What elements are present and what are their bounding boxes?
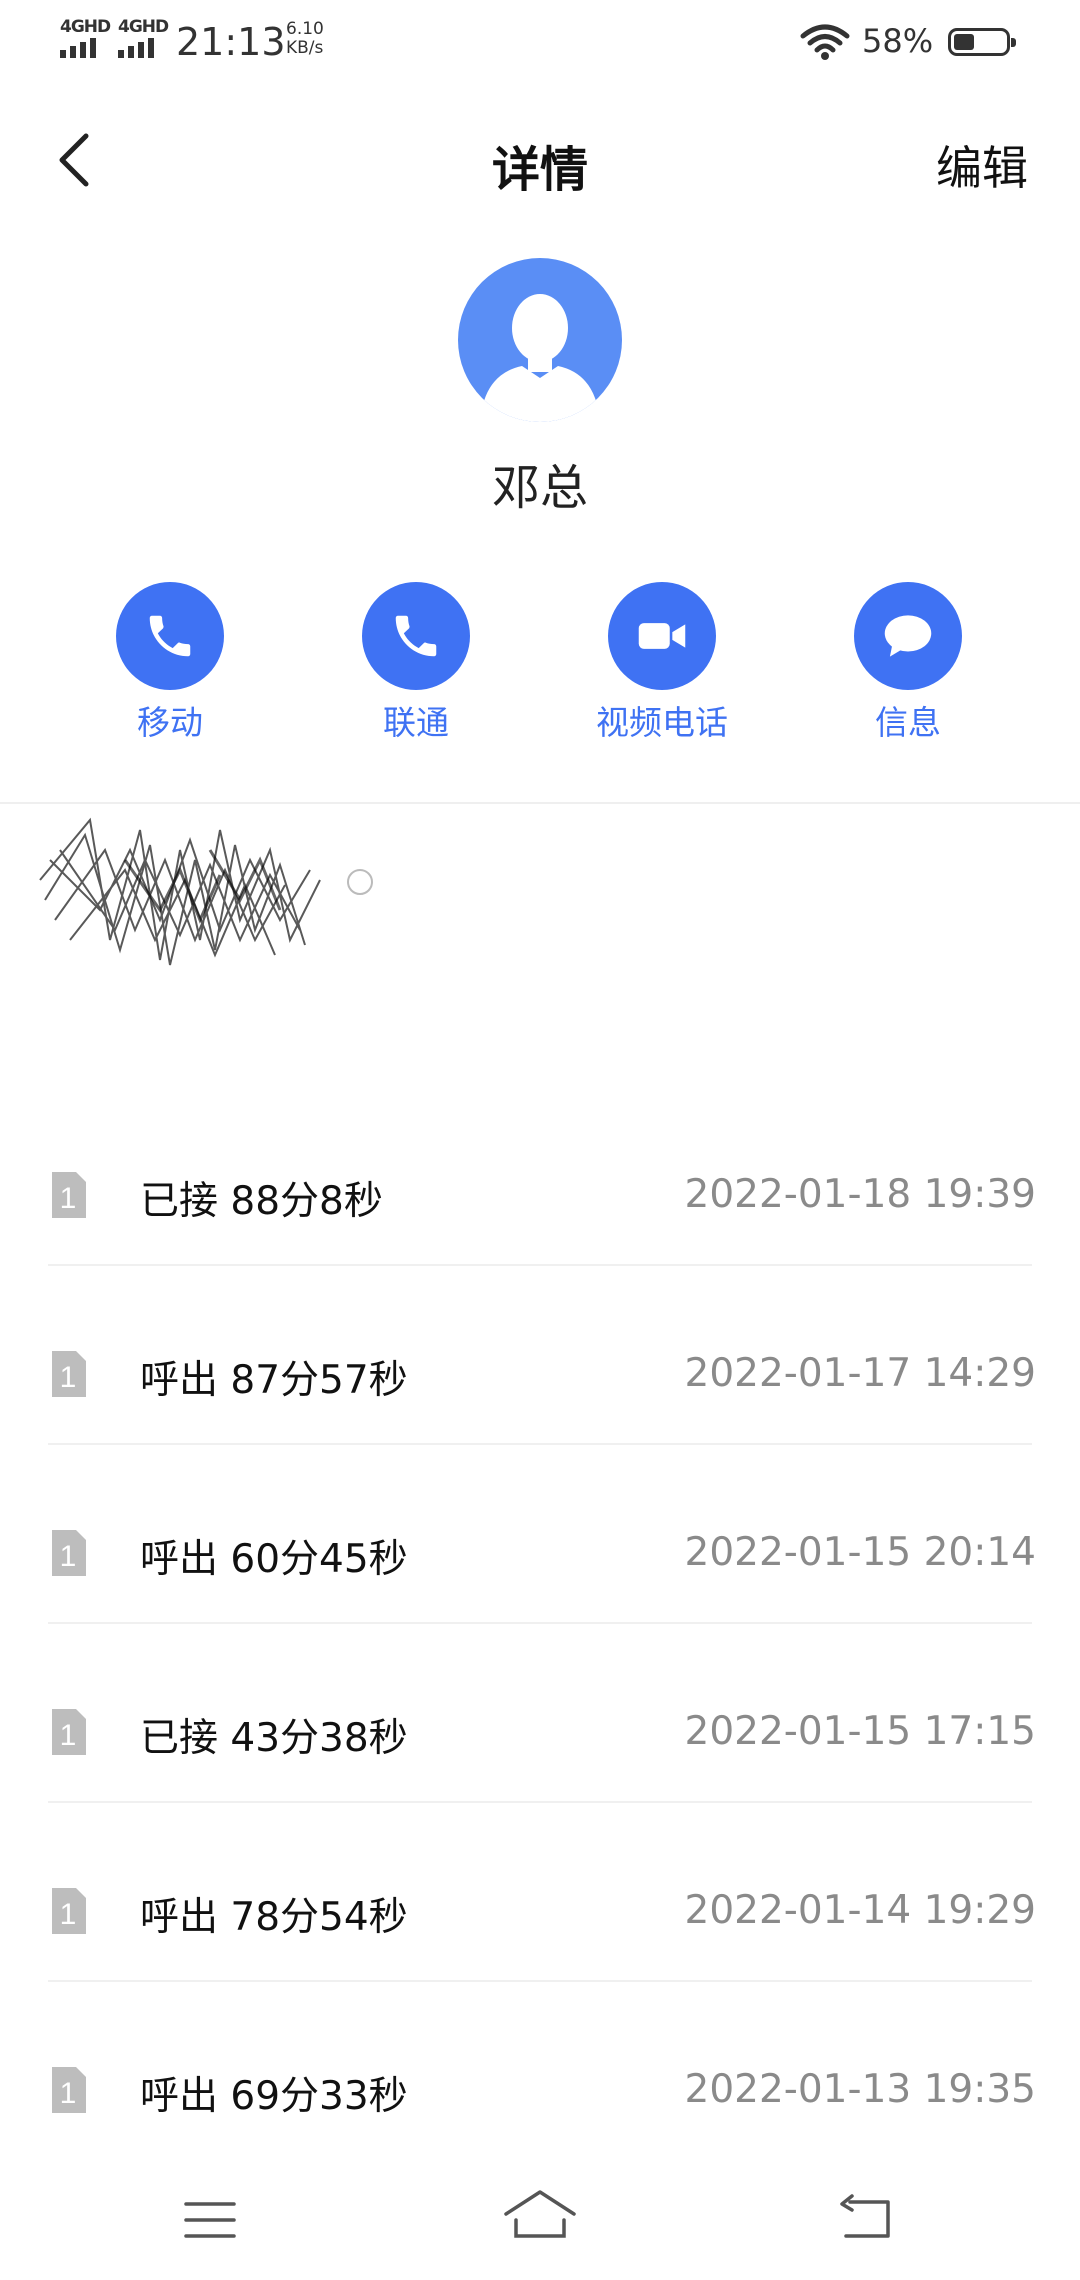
network-speed-value: 6.10 (286, 19, 324, 39)
call-summary: 呼出 69分33秒 (140, 2074, 408, 2119)
row-divider (48, 1801, 1032, 1803)
call-log-row[interactable]: 1 呼出 60分45秒 2022-01-15 20:14 (0, 1492, 1080, 1672)
status-bar: 4GHD 4GHD 21:13 6.10 KB/s 58% (0, 0, 1080, 80)
call-log-row[interactable]: 1 呼出 78分54秒 2022-01-14 19:29 (0, 1850, 1080, 2030)
svg-text:1: 1 (60, 1361, 77, 1394)
call-datetime: 2022-01-13 19:35 (684, 2067, 1036, 2112)
call-datetime: 2022-01-15 20:14 (684, 1530, 1036, 1575)
video-call-button[interactable]: 视频电话 (562, 582, 762, 744)
call-summary: 呼出 60分45秒 (140, 1537, 408, 1582)
call-log-row[interactable]: 1 已接 43分38秒 2022-01-15 17:15 (0, 1671, 1080, 1851)
menu-icon[interactable] (182, 2198, 238, 2242)
svg-text:1: 1 (60, 1719, 77, 1752)
sim-card-icon: 1 (52, 1709, 86, 1755)
system-nav-bar (0, 2160, 1080, 2280)
call-log-row[interactable]: 1 呼出 87分57秒 2022-01-17 14:29 (0, 1313, 1080, 1493)
svg-text:1: 1 (60, 1898, 77, 1931)
contact-avatar (458, 258, 622, 422)
action-circle (608, 582, 716, 690)
sim-card-icon: 1 (52, 2067, 86, 2113)
action-label: 联通 (383, 703, 449, 742)
sim-card-icon: 1 (52, 1530, 86, 1576)
battery-percent: 58% (862, 22, 934, 60)
row-divider (48, 1264, 1032, 1266)
action-circle (362, 582, 470, 690)
sim-card-icon: 1 (52, 1172, 86, 1218)
call-summary: 已接 43分38秒 (140, 1716, 408, 1761)
svg-text:1: 1 (60, 1182, 77, 1215)
svg-text:1: 1 (60, 1540, 77, 1573)
row-divider (48, 1980, 1032, 1982)
network-speed-unit: KB/s (286, 38, 324, 58)
row-divider (48, 1443, 1032, 1445)
battery-level-fill (954, 34, 975, 50)
svg-text:1: 1 (60, 2077, 77, 2110)
action-label: 视频电话 (596, 703, 728, 742)
row-divider (48, 1622, 1032, 1624)
person-avatar-icon (480, 294, 600, 422)
battery-icon (948, 28, 1016, 56)
call-summary: 呼出 87分57秒 (140, 1358, 408, 1403)
page-title: 详情 (491, 142, 588, 198)
sim-card-icon: 1 (52, 1351, 86, 1397)
action-circle (116, 582, 224, 690)
back-icon[interactable] (836, 2194, 896, 2242)
edit-button[interactable]: 编辑 (936, 132, 1028, 198)
wifi-icon (800, 24, 850, 60)
call-mobile-button[interactable]: 移动 (70, 582, 270, 744)
call-datetime: 2022-01-15 17:15 (684, 1709, 1036, 1754)
call-summary: 呼出 78分54秒 (140, 1895, 408, 1940)
network-speed: 6.10 KB/s (286, 20, 324, 58)
call-summary: 已接 88分8秒 (140, 1179, 383, 1224)
phone-icon (395, 615, 437, 657)
call-datetime: 2022-01-18 19:39 (684, 1172, 1036, 1217)
call-datetime: 2022-01-17 14:29 (684, 1351, 1036, 1396)
call-datetime: 2022-01-14 19:29 (684, 1888, 1036, 1933)
sim1-network-label: 4GHD (60, 17, 111, 37)
message-button[interactable]: 信息 (808, 582, 1008, 744)
home-icon[interactable] (502, 2188, 578, 2244)
sim2-network-label: 4GHD (118, 17, 169, 37)
redaction-scribble (39, 817, 373, 966)
action-label: 移动 (137, 703, 203, 742)
sim1-signal-icon: 4GHD (60, 17, 111, 58)
message-bubble-icon (884, 615, 932, 657)
call-log-row[interactable]: 1 已接 88分8秒 2022-01-18 19:39 (0, 1134, 1080, 1314)
call-unicom-button[interactable]: 联通 (316, 582, 516, 744)
phone-icon (149, 615, 191, 657)
status-time: 21:13 (176, 20, 286, 64)
video-camera-icon (638, 623, 686, 649)
sim2-signal-icon: 4GHD (118, 17, 169, 58)
action-circle (854, 582, 962, 690)
action-label: 信息 (875, 703, 941, 742)
sim-card-icon: 1 (52, 1888, 86, 1934)
contact-name: 邓总 (491, 460, 588, 516)
